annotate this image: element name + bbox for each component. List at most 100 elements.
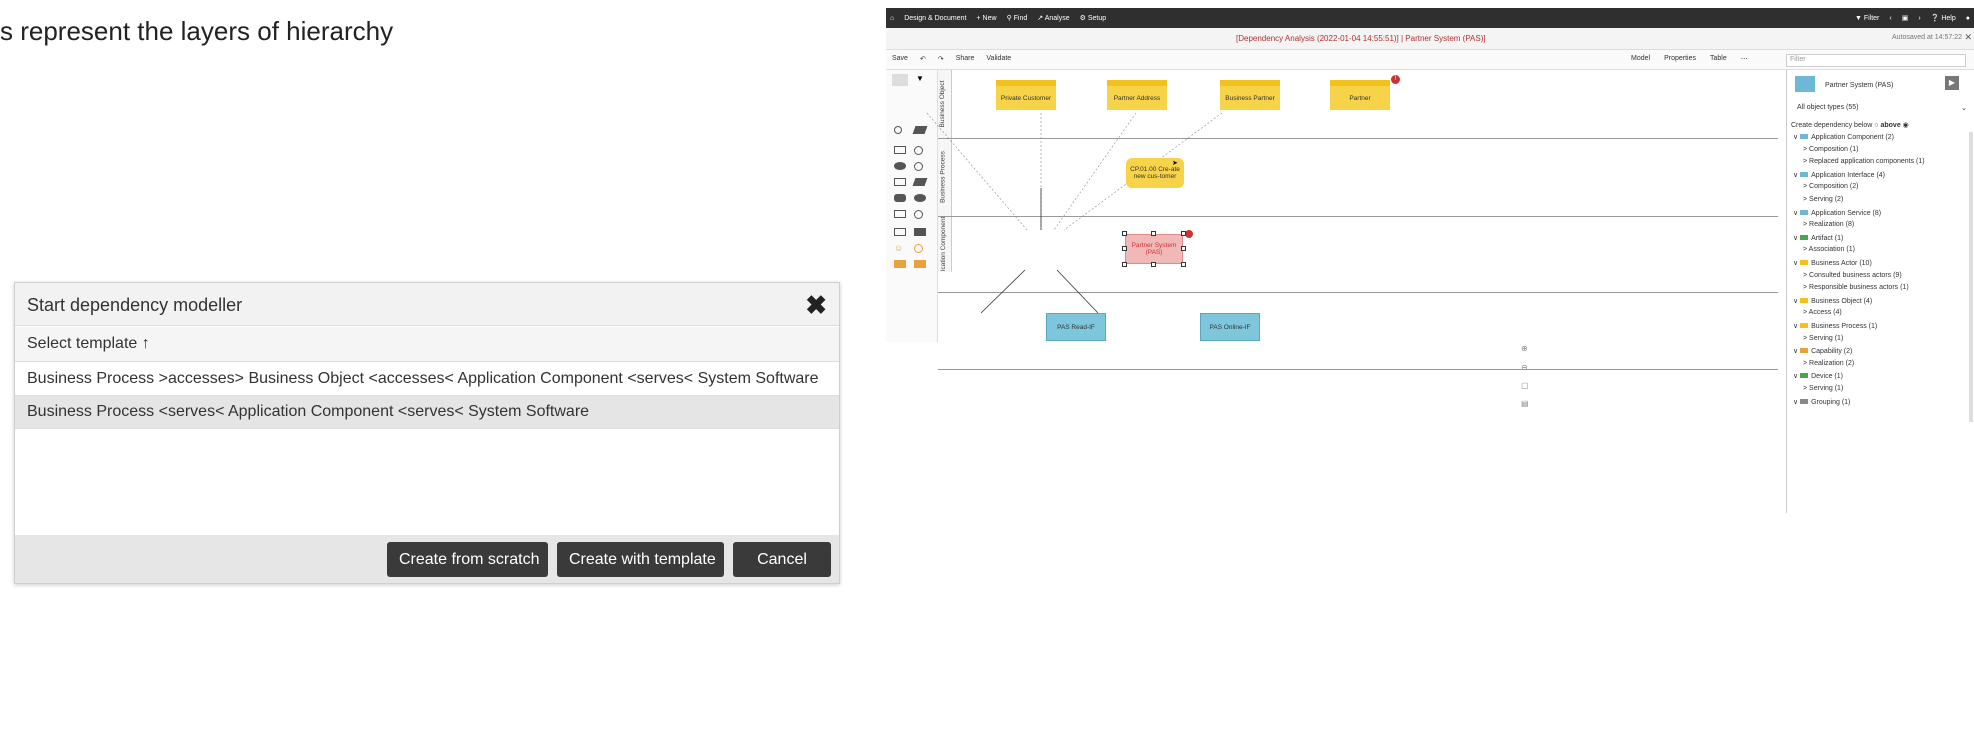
- tree-label: Serving (1): [1809, 334, 1844, 342]
- resize-handle[interactable]: [1122, 262, 1127, 267]
- tree-label: Serving (1): [1809, 385, 1844, 392]
- application-interface-pas-online[interactable]: PAS Online-IF: [1200, 313, 1260, 341]
- resize-handle[interactable]: [1151, 231, 1156, 236]
- type-icon: [1800, 297, 1809, 303]
- tree-label: Application Service (8): [1811, 209, 1882, 217]
- zoom-out-icon[interactable]: ⊖: [1521, 363, 1528, 372]
- dialog-footer: Create from scratch Create with template…: [15, 535, 839, 583]
- chevron-down-icon: ∨: [1793, 209, 1801, 217]
- dialog-title: Start dependency modeller: [27, 295, 243, 315]
- chevron-down-icon: ∨: [1793, 134, 1801, 141]
- tree-group[interactable]: ∨ Business Object (4): [1793, 297, 1872, 305]
- tree-item[interactable]: > Association (1): [1803, 246, 1855, 253]
- tree-item[interactable]: > Serving (2): [1803, 196, 1843, 203]
- tree-label: Composition (1): [1809, 145, 1859, 153]
- radio-above[interactable]: ◉: [1903, 122, 1909, 129]
- chevron-down-icon: ∨: [1793, 348, 1801, 356]
- business-object-business-partner[interactable]: Business Partner: [1220, 80, 1280, 110]
- warning-badge-icon: [1185, 230, 1193, 238]
- chevron-down-icon: ∨: [1793, 234, 1801, 242]
- tree-group[interactable]: ∨ Grouping (1): [1793, 398, 1850, 406]
- play-icon[interactable]: ▶: [1945, 76, 1959, 90]
- template-option-selected[interactable]: Business Process <serves< Application Co…: [15, 396, 839, 429]
- tree-item[interactable]: > Realization (8): [1803, 221, 1854, 228]
- tree-label: Capability (2): [1811, 348, 1853, 356]
- radio-below[interactable]: ○: [1874, 122, 1878, 129]
- component-icon: [1795, 76, 1815, 92]
- object-types-select[interactable]: All object types (55) ⌄: [1797, 104, 1967, 112]
- type-icon: [1800, 209, 1809, 215]
- tree-group[interactable]: ∨ Device (1): [1793, 372, 1843, 380]
- template-list-label: Select template ↑: [27, 335, 150, 352]
- application-interface-pas-read[interactable]: PAS Read-IF: [1046, 313, 1106, 341]
- resize-handle[interactable]: [1122, 231, 1127, 236]
- chevron-down-icon: ∨: [1793, 398, 1801, 406]
- resize-handle[interactable]: [1181, 262, 1186, 267]
- type-icon: [1800, 134, 1809, 139]
- tree-label: Grouping (1): [1811, 398, 1851, 406]
- template-option-label: Business Process >accesses> Business Obj…: [27, 370, 819, 387]
- tree-group[interactable]: ∨ Capability (2): [1793, 347, 1852, 355]
- tree-item[interactable]: > Responsible business actors (1): [1803, 284, 1909, 291]
- resize-handle[interactable]: [1122, 246, 1127, 251]
- resize-handle[interactable]: [1151, 262, 1156, 267]
- cancel-button[interactable]: Cancel: [733, 542, 831, 577]
- start-dependency-modeller-dialog: Start dependency modeller ✖ Select templ…: [14, 282, 840, 584]
- tree-label: Artifact (1): [1811, 234, 1844, 242]
- type-icon: [1800, 171, 1809, 177]
- create-from-scratch-button[interactable]: Create from scratch: [387, 542, 548, 577]
- chevron-down-icon: ⌄: [1961, 105, 1967, 112]
- business-object-partner-address[interactable]: Partner Address: [1107, 80, 1167, 110]
- warning-badge-icon: !: [1391, 75, 1400, 84]
- export-icon[interactable]: ▤: [1521, 399, 1529, 408]
- tree-item[interactable]: > Consulted business actors (9): [1803, 272, 1902, 279]
- fit-icon[interactable]: ▢: [1521, 381, 1529, 390]
- close-icon[interactable]: ✖: [805, 290, 827, 321]
- tree-item[interactable]: > Composition (2): [1803, 183, 1858, 190]
- panel-scrollbar[interactable]: [1969, 132, 1973, 422]
- tree-label: Serving (2): [1809, 196, 1844, 203]
- app-window: ⌂ Design & Document + New ⚲ Find ↗ Analy…: [886, 8, 1974, 513]
- object-types-label: All object types (55): [1797, 104, 1859, 111]
- tree-group[interactable]: ∨ Business Process (1): [1793, 322, 1877, 330]
- tree-group[interactable]: ∨ Application Service (8): [1793, 209, 1881, 217]
- business-object-partner[interactable]: Partner: [1330, 80, 1390, 110]
- create-with-template-button[interactable]: Create with template: [557, 542, 724, 577]
- serving-line: [1056, 269, 1099, 314]
- business-object-private-customer[interactable]: Private Customer: [996, 80, 1056, 110]
- tree-item[interactable]: > Replaced application components (1): [1803, 158, 1925, 165]
- tree-group[interactable]: ∨ Business Actor (10): [1793, 259, 1872, 267]
- panel-object-name: Partner System (PAS): [1825, 82, 1894, 89]
- tree-item[interactable]: > Serving (1): [1803, 335, 1843, 342]
- zoom-in-icon[interactable]: ⊕: [1521, 344, 1528, 353]
- dependency-panel: Partner System (PAS) ▶ All object types …: [1786, 70, 1974, 513]
- tree-item[interactable]: > Access (4): [1803, 309, 1842, 316]
- application-component-partner-system[interactable]: Partner System (PAS): [1125, 234, 1183, 264]
- template-option[interactable]: Business Process >accesses> Business Obj…: [15, 363, 839, 396]
- chevron-down-icon: ∨: [1793, 297, 1801, 305]
- template-list-header[interactable]: Select template ↑: [15, 327, 839, 362]
- tree-label: Application Component (2): [1811, 134, 1894, 141]
- tree-group[interactable]: ∨ Application Component (2): [1793, 133, 1894, 141]
- tree-item[interactable]: > Serving (1): [1803, 385, 1843, 392]
- tree-label: Responsible business actors (1): [1809, 284, 1909, 292]
- tree-label: Realization (2): [1809, 359, 1855, 367]
- tree-label: Business Process (1): [1811, 323, 1878, 330]
- resize-handle[interactable]: [1181, 231, 1186, 236]
- tree-group[interactable]: ∨ Artifact (1): [1793, 234, 1843, 242]
- tree-group[interactable]: ∨ Application Interface (4): [1793, 171, 1885, 179]
- resize-handle[interactable]: [1181, 246, 1186, 251]
- tree-label: Application Interface (4): [1811, 171, 1886, 179]
- tree-label: Access (4): [1808, 309, 1842, 317]
- chevron-down-icon: ∨: [1793, 260, 1801, 267]
- tree-label: Replaced application components (1): [1809, 158, 1925, 166]
- chevron-down-icon: ∨: [1793, 323, 1801, 330]
- above-label: above: [1880, 122, 1901, 129]
- tree-label: Association (1): [1808, 246, 1855, 254]
- access-line: [926, 112, 1028, 231]
- dependency-direction: Create dependency below ○ above ◉: [1791, 121, 1909, 129]
- tree-item[interactable]: > Realization (2): [1803, 360, 1854, 367]
- tree-item[interactable]: > Composition (1): [1803, 146, 1858, 153]
- tree-label: Realization (8): [1809, 221, 1855, 229]
- tree-label: Business Object (4): [1811, 297, 1873, 305]
